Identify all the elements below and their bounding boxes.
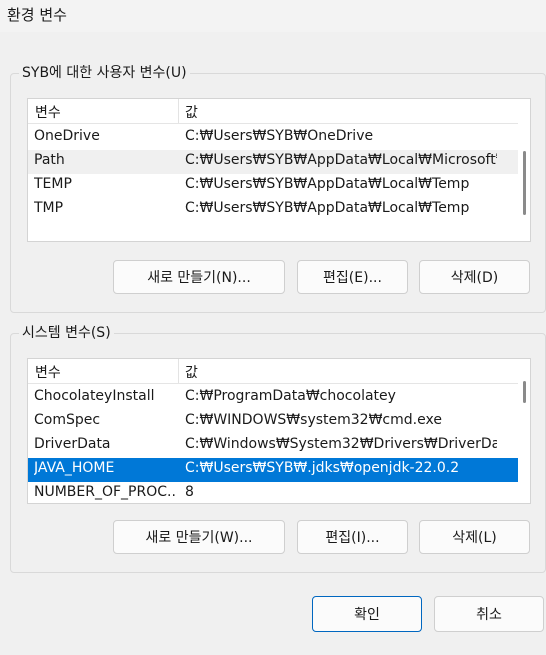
var-name: OneDrive bbox=[34, 128, 100, 144]
var-name: ChocolateyInstall bbox=[34, 388, 155, 404]
user-new-button[interactable]: 새로 만들기(N)... bbox=[113, 260, 285, 294]
window-title: 환경 변수 bbox=[7, 6, 67, 24]
column-divider bbox=[178, 99, 179, 123]
var-value: C:₩WINDOWS₩system32₩cmd.exe bbox=[185, 412, 442, 428]
var-value: C:₩ProgramData₩chocolatey bbox=[185, 388, 396, 404]
column-header-value[interactable]: 값 bbox=[185, 102, 198, 122]
user-variables-list[interactable]: 변수 값 OneDrive C:₩Users₩SYB₩OneDrive Path… bbox=[27, 98, 531, 242]
system-variables-list[interactable]: 변수 값 ChocolateyInstall C:₩ProgramData₩ch… bbox=[27, 358, 531, 504]
system-var-row-number-of-processors[interactable]: NUMBER_OF_PROC... 8 bbox=[28, 482, 518, 503]
var-name: NUMBER_OF_PROC... bbox=[34, 484, 176, 500]
var-value: C:₩Users₩SYB₩OneDrive bbox=[185, 128, 374, 144]
user-edit-button[interactable]: 편집(E)... bbox=[297, 260, 408, 294]
user-delete-button[interactable]: 삭제(D) bbox=[419, 260, 530, 294]
user-var-row-temp[interactable]: TEMP C:₩Users₩SYB₩AppData₩Local₩Temp bbox=[28, 174, 518, 198]
var-value: C:₩Users₩SYB₩AppData₩Local₩Microsoft₩... bbox=[185, 152, 497, 168]
ok-button[interactable]: 확인 bbox=[312, 596, 422, 632]
var-value: C:₩Users₩SYB₩AppData₩Local₩Temp bbox=[185, 200, 470, 216]
system-variables-label: 시스템 변수(S) bbox=[19, 322, 114, 342]
var-value: C:₩Users₩SYB₩AppData₩Local₩Temp bbox=[185, 176, 470, 192]
user-var-row-path[interactable]: Path C:₩Users₩SYB₩AppData₩Local₩Microsof… bbox=[28, 150, 518, 174]
list-header: 변수 값 bbox=[28, 359, 518, 384]
var-name: TMP bbox=[34, 200, 64, 216]
system-edit-button[interactable]: 편집(I)... bbox=[297, 520, 408, 554]
var-value: C:₩Users₩SYB₩.jdks₩openjdk-22.0.2 bbox=[185, 460, 460, 476]
system-var-row-chocolateyinstall[interactable]: ChocolateyInstall C:₩ProgramData₩chocola… bbox=[28, 386, 518, 410]
user-variables-group: SYB에 대한 사용자 변수(U) 변수 값 OneDrive C:₩Users… bbox=[10, 62, 546, 313]
user-var-row-onedrive[interactable]: OneDrive C:₩Users₩SYB₩OneDrive bbox=[28, 126, 518, 150]
user-variables-label: SYB에 대한 사용자 변수(U) bbox=[19, 62, 190, 82]
var-value: C:₩Windows₩System32₩Drivers₩DriverData bbox=[185, 436, 497, 452]
column-divider bbox=[178, 359, 179, 383]
system-var-row-java-home[interactable]: JAVA_HOME C:₩Users₩SYB₩.jdks₩openjdk-22.… bbox=[28, 458, 518, 482]
column-header-name[interactable]: 변수 bbox=[35, 362, 61, 382]
system-new-button[interactable]: 새로 만들기(W)... bbox=[113, 520, 285, 554]
system-delete-button[interactable]: 삭제(L) bbox=[419, 520, 530, 554]
column-header-value[interactable]: 값 bbox=[185, 362, 198, 382]
var-name: ComSpec bbox=[34, 412, 101, 428]
var-name: DriverData bbox=[34, 436, 111, 452]
scrollbar-thumb[interactable] bbox=[523, 151, 526, 215]
title-bar bbox=[0, 0, 546, 32]
cancel-button[interactable]: 취소 bbox=[434, 596, 544, 632]
var-name: Path bbox=[34, 152, 65, 168]
var-name: JAVA_HOME bbox=[34, 460, 115, 476]
user-var-row-tmp[interactable]: TMP C:₩Users₩SYB₩AppData₩Local₩Temp bbox=[28, 198, 518, 222]
column-header-name[interactable]: 변수 bbox=[35, 102, 61, 122]
system-variables-group: 시스템 변수(S) 변수 값 ChocolateyInstall C:₩Prog… bbox=[10, 322, 546, 573]
var-name: TEMP bbox=[34, 176, 72, 192]
system-var-row-driverdata[interactable]: DriverData C:₩Windows₩System32₩Drivers₩D… bbox=[28, 434, 518, 458]
var-value: 8 bbox=[185, 484, 194, 500]
scrollbar-thumb[interactable] bbox=[523, 381, 526, 403]
system-var-row-comspec[interactable]: ComSpec C:₩WINDOWS₩system32₩cmd.exe bbox=[28, 410, 518, 434]
list-header: 변수 값 bbox=[28, 99, 518, 124]
